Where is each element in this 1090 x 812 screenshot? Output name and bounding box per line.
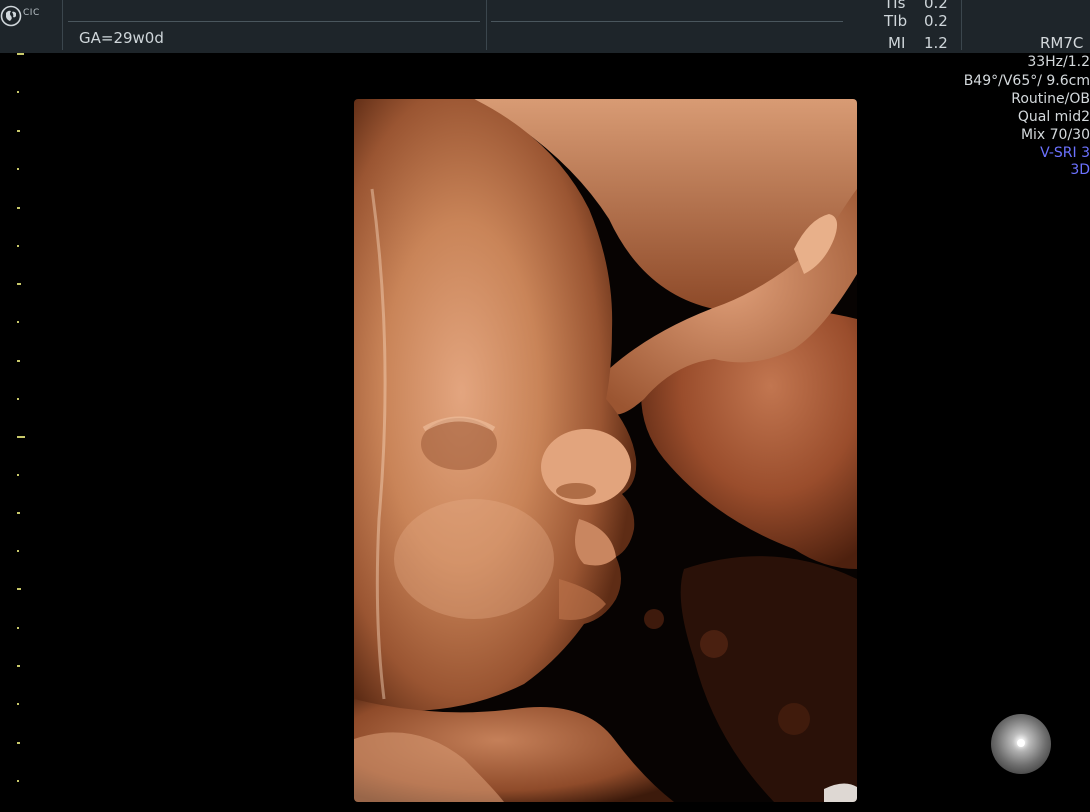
depth-tick <box>17 512 20 514</box>
header-divider <box>62 0 63 50</box>
trackball-dot <box>1017 739 1025 747</box>
info-vsri: V-SRI 3 <box>1040 145 1090 161</box>
header-divider <box>486 0 487 50</box>
fetal-face-render-image <box>354 99 857 802</box>
info-frame-rate: 33Hz/1.2 <box>1027 54 1090 70</box>
metric-tib-label: TIb <box>884 12 908 30</box>
depth-tick <box>17 742 20 744</box>
depth-tick <box>17 780 19 782</box>
info-mix: Mix 70/30 <box>1020 127 1090 143</box>
depth-scale <box>0 53 40 812</box>
info-angles-depth: B49°/V65°/ 9.6cm <box>963 73 1090 89</box>
info-mode: 3D <box>1070 162 1090 178</box>
header-divider <box>961 0 962 50</box>
info-preset: Routine/OB <box>1011 91 1090 107</box>
depth-tick <box>17 588 21 590</box>
depth-tick <box>17 207 20 209</box>
metric-tib-value: 0.2 <box>924 12 948 30</box>
depth-tick <box>17 703 19 705</box>
depth-tick <box>17 665 20 667</box>
metric-tis-value: 0.2 <box>924 0 948 12</box>
depth-tick <box>17 550 19 552</box>
depth-tick <box>17 168 19 170</box>
info-quality: Qual mid2 <box>1017 109 1090 125</box>
probe-label: RM7C <box>1040 34 1084 52</box>
header-bar: CIC GA=29w0d TIs 0.2 TIb 0.2 MI 1.2 <box>0 0 1090 53</box>
depth-tick <box>17 130 20 132</box>
depth-tick <box>17 436 25 438</box>
depth-tick <box>17 245 19 247</box>
metric-mi-label: MI <box>888 34 906 52</box>
gestational-age: GA=29w0d <box>79 29 164 47</box>
header-rule <box>491 21 843 22</box>
3d-render-viewport[interactable] <box>354 99 857 802</box>
metric-tis-label: TIs <box>884 0 906 12</box>
depth-tick <box>17 398 19 400</box>
depth-tick <box>17 360 20 362</box>
depth-tick <box>17 321 19 323</box>
depth-tick <box>17 91 19 93</box>
trackball-orb-icon[interactable] <box>991 714 1051 774</box>
header-rule <box>68 21 480 22</box>
ultrasound-screen: CIC GA=29w0d TIs 0.2 TIb 0.2 MI 1.2 RM7C… <box>0 0 1090 812</box>
depth-tick <box>17 53 24 55</box>
depth-tick <box>17 283 21 285</box>
depth-tick <box>17 474 19 476</box>
metric-mi-value: 1.2 <box>924 34 948 52</box>
ge-logo-icon <box>0 5 22 27</box>
depth-tick <box>17 627 19 629</box>
logo-text: CIC <box>23 8 40 18</box>
